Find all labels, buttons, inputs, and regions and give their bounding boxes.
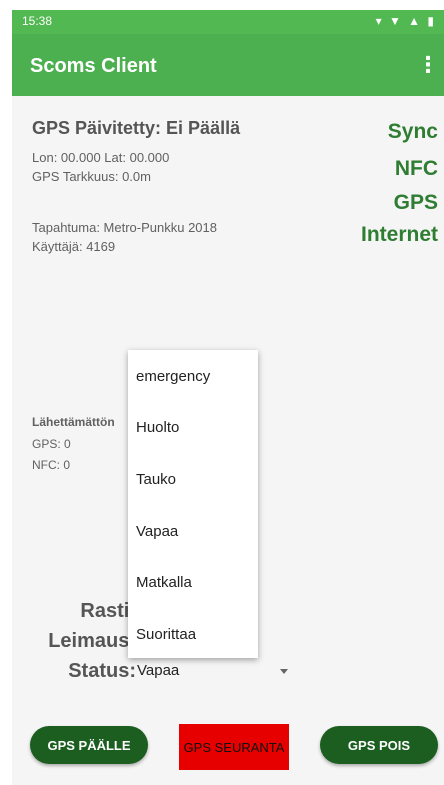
app-screen: 15:38 ▾ ▼ ▲ ▮ Scoms Client ⋮ GPS Päivite… [12,10,444,785]
dropdown-option[interactable]: Matkalla [136,574,192,591]
status-bar: 15:38 ▾ ▼ ▲ ▮ [12,10,444,34]
app-title: Scoms Client [30,55,157,77]
sync-indicator: Sync [387,120,438,143]
user-id: Käyttäjä: 4169 [32,239,116,254]
dropdown-option[interactable]: emergency [136,368,210,385]
gps-off-button[interactable]: GPS POIS [320,726,438,764]
dropdown-option[interactable]: Tauko [136,471,176,488]
leimaus-label: Leimaus: [48,630,136,652]
spinner-arrow-icon[interactable] [280,669,288,674]
unsent-nfc: NFC: 0 [32,458,71,472]
status-label: Status: [68,660,136,682]
dropdown-option[interactable]: Suorittaa [136,626,196,643]
unsent-label: Lähettämättön [32,415,115,429]
unsent-gps: GPS: 0 [32,437,71,451]
status-icons: ▾ ▼ ▲ ▮ [375,14,436,28]
app-bar: Scoms Client ⋮ [12,34,444,96]
status-spinner-value[interactable]: Vapaa [137,662,179,679]
internet-indicator: Internet [360,223,438,246]
event-name: Tapahtuma: Metro-Punkku 2018 [32,220,217,235]
gps-coords: Lon: 00.000 Lat: 00.000 [32,150,170,165]
gps-indicator: GPS [393,191,438,214]
gps-accuracy: GPS Tarkkuus: 0.0m [32,169,151,184]
status-dropdown-menu: emergency Huolto Tauko Vapaa Matkalla Su… [128,350,258,658]
status-time: 15:38 [22,14,53,28]
nfc-indicator: NFC [394,157,438,180]
overflow-menu-icon[interactable]: ⋮ [416,53,440,79]
gps-status-title: GPS Päivitetty: Ei Päällä [32,118,241,138]
dropdown-option[interactable]: Vapaa [136,523,178,540]
gps-on-button[interactable]: GPS PÄÄLLE [30,726,148,764]
dropdown-option[interactable]: Huolto [136,419,179,436]
gps-tracking-button[interactable]: GPS SEURANTA [179,724,289,770]
